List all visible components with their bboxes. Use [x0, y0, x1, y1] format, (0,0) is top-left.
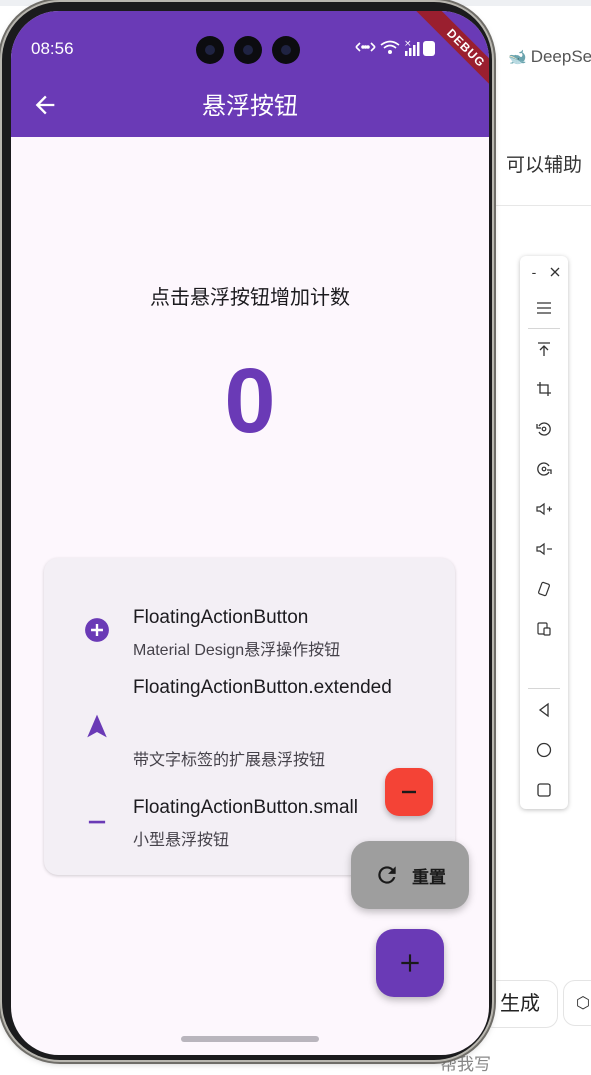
status-indicators-icon: × — [355, 39, 435, 56]
phone-frame: 08:56 × 100 悬浮按钮 DEBUG 点击悬浮按钮增加计数 0 Floa… — [2, 2, 492, 1060]
background-divider — [496, 205, 591, 206]
pin-top-button[interactable] — [520, 333, 568, 365]
overview-nav-icon — [537, 783, 551, 797]
background-generate-button[interactable]: 生成 — [482, 980, 558, 1028]
list-item-title: FloatingActionButton.small — [133, 797, 358, 818]
rotate-right-icon — [537, 462, 552, 476]
deepseek-logo-icon: 🐋 — [508, 49, 527, 66]
status-time: 08:56 — [31, 39, 74, 58]
home-nav-icon — [536, 742, 552, 758]
instruction-text: 点击悬浮按钮增加计数 — [150, 287, 350, 309]
close-icon — [550, 267, 560, 277]
screenshot-crop-icon — [537, 382, 551, 396]
screenshot-button[interactable] — [520, 373, 568, 405]
navigation-icon — [87, 714, 107, 738]
background-brand-label: DeepSe — [530, 47, 591, 66]
app-bar: 08:56 × 100 悬浮按钮 — [11, 11, 489, 137]
rotate-left-icon — [536, 422, 551, 436]
refresh-icon — [378, 866, 396, 884]
volume-down-icon — [536, 542, 552, 556]
list-item-subtitle: Material Design悬浮操作按钮 — [133, 642, 341, 659]
back-nav-icon — [538, 702, 549, 718]
shake-icon — [538, 581, 550, 597]
toolbar-divider — [528, 688, 560, 689]
svg-text:×: × — [404, 39, 412, 49]
phone-screen: 08:56 × 100 悬浮按钮 DEBUG 点击悬浮按钮增加计数 0 Floa… — [11, 11, 489, 1055]
volume-up-button[interactable] — [520, 493, 568, 525]
overview-nav-button[interactable] — [520, 774, 568, 806]
info-card: FloatingActionButton Material Design悬浮操作… — [44, 558, 455, 875]
fold-button[interactable] — [520, 613, 568, 645]
pin-top-icon — [538, 342, 550, 356]
fold-icon — [537, 622, 551, 636]
close-button[interactable] — [545, 262, 565, 282]
list-item-title: FloatingActionButton.extended — [133, 677, 392, 698]
status-icons: × — [353, 35, 435, 61]
add-circle-icon — [85, 618, 109, 642]
remove-icon — [88, 820, 106, 824]
volume-down-button[interactable] — [520, 533, 568, 565]
back-nav-button[interactable] — [520, 694, 568, 726]
cube-icon: ⬡ — [576, 995, 590, 1012]
camera-lens-icon — [272, 36, 300, 64]
remove-icon — [402, 790, 416, 794]
rotate-right-button[interactable] — [520, 453, 568, 485]
list-item-title: FloatingActionButton — [133, 607, 309, 628]
toolbar-divider — [528, 328, 560, 329]
volume-up-icon — [536, 502, 552, 516]
reset-fab-button[interactable]: 重置 — [351, 841, 469, 909]
add-fab-button[interactable] — [376, 929, 444, 997]
minimize-button[interactable]: - — [524, 262, 544, 282]
emulator-toolbar: - — [520, 256, 568, 809]
small-fab-button[interactable] — [385, 768, 433, 816]
menu-button[interactable] — [520, 292, 568, 324]
list-item-subtitle: 带文字标签的扩展悬浮按钮 — [133, 752, 326, 769]
page-title: 悬浮按钮 — [202, 93, 298, 120]
camera-lens-icon — [234, 36, 262, 64]
camera-lens-icon — [196, 36, 224, 64]
home-nav-button[interactable] — [520, 734, 568, 766]
minimize-label: - — [531, 264, 537, 280]
home-indicator[interactable] — [181, 1036, 319, 1042]
background-extra-button[interactable]: ⬡ — [563, 980, 591, 1026]
rotate-left-button[interactable] — [520, 413, 568, 445]
background-assist-text: 可以辅助 — [506, 155, 583, 176]
background-brand: 🐋 DeepSe — [508, 47, 591, 67]
add-icon — [401, 954, 419, 972]
counter-value: 0 — [224, 350, 276, 452]
menu-icon — [537, 302, 551, 314]
reset-fab-label: 重置 — [412, 867, 446, 887]
list-item-subtitle: 小型悬浮按钮 — [133, 832, 230, 849]
shake-button[interactable] — [520, 573, 568, 605]
